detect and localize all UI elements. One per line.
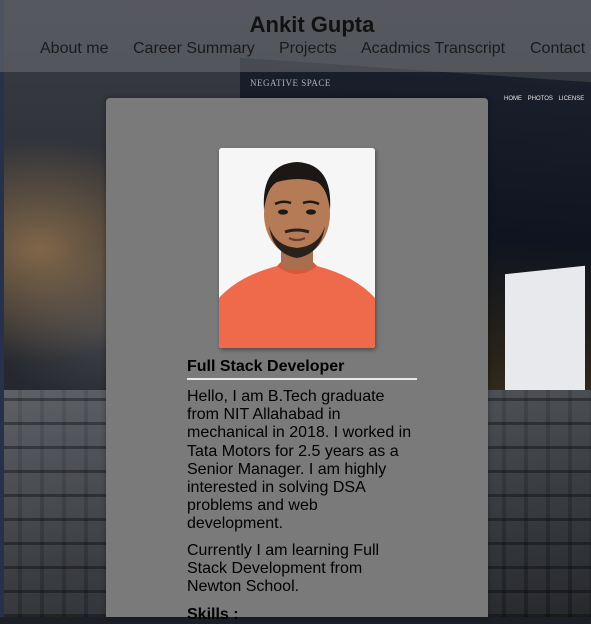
profile-bio: Hello, I am B.Tech graduate from NIT All… [187,388,412,533]
nav-about-me[interactable]: About me [40,40,108,58]
nav-contact[interactable]: Contact [530,40,585,58]
profile-current: Currently I am learning Full Stack Devel… [187,542,380,596]
nav-projects[interactable]: Projects [279,40,337,58]
screen-label: NEGATIVE SPACE [250,78,331,88]
screen-nav: HOME PHOTOS LICENSE [504,96,585,102]
main-nav: About me Career Summary Projects Acadmic… [0,40,591,62]
skills-heading: Skills : [187,606,239,623]
profile-portrait [219,148,375,348]
nav-career-summary[interactable]: Career Summary [133,40,255,58]
nav-academics-transcript[interactable]: Acadmics Transcript [361,40,505,58]
profile-card: Full Stack Developer Hello, I am B.Tech … [106,98,488,623]
profile-photo [219,148,375,348]
site-title: Ankit Gupta [249,12,375,37]
profile-role: Full Stack Developer [187,358,417,380]
left-edge [0,0,4,617]
site-header: Ankit Gupta About me Career Summary Proj… [0,0,591,72]
